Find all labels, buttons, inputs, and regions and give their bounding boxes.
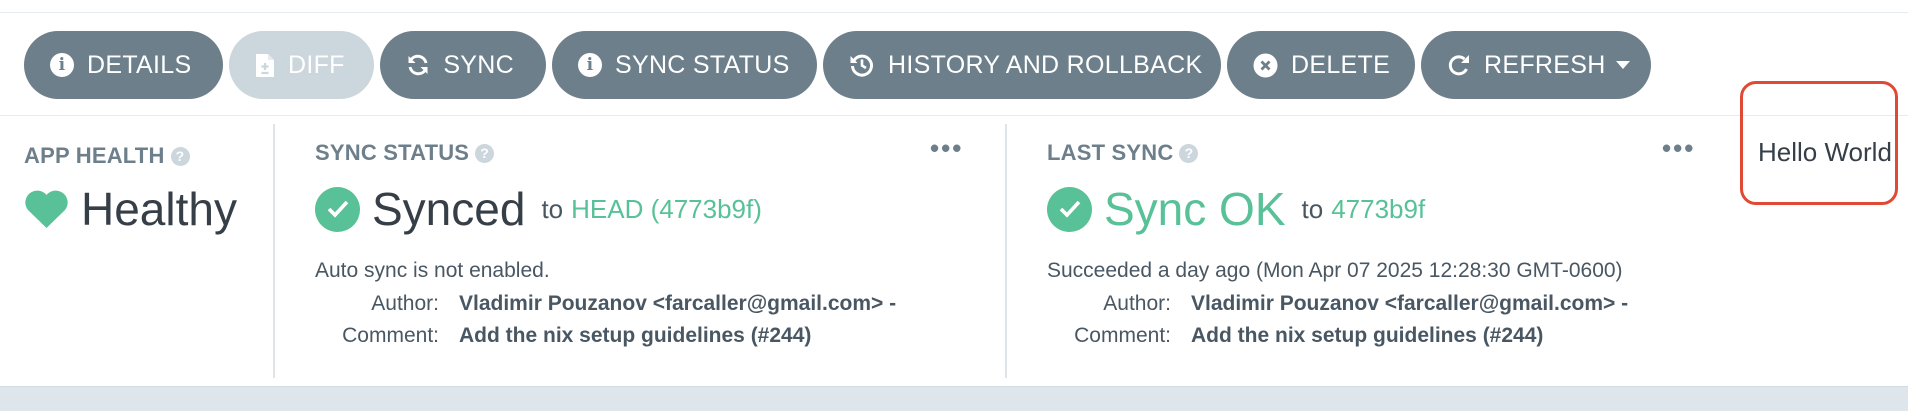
sync-status-status-text: Synced — [372, 183, 526, 235]
last-sync-status-text: Sync OK — [1104, 183, 1286, 235]
last-sync-label-text: LAST SYNC — [1047, 140, 1174, 165]
details-button-label: DETAILS — [87, 50, 192, 79]
delete-button[interactable]: DELETE — [1227, 31, 1415, 99]
sync-status-more-icon[interactable]: ••• — [930, 135, 963, 161]
details-button[interactable]: i DETAILS — [24, 31, 223, 99]
author-key: Author: — [371, 292, 439, 315]
chevron-down-icon[interactable] — [1615, 61, 1630, 69]
refresh-button[interactable]: REFRESH — [1421, 31, 1651, 99]
extension-text: Hello World — [1758, 137, 1892, 167]
info-circle-icon: i — [50, 52, 74, 78]
status-panel-extension: Hello World — [1740, 81, 1898, 205]
check-circle-icon — [315, 186, 360, 232]
author-value: Vladimir Pouzanov <farcaller@gmail.com> … — [459, 292, 897, 315]
app-status-panel: APP HEALTH ? Healthy SYNC STATUS ? ••• S… — [0, 116, 1908, 386]
diff-button[interactable]: DIFF — [229, 31, 374, 99]
page-bottom-band — [0, 386, 1908, 411]
last-sync-label: LAST SYNC ? — [1047, 140, 1199, 166]
sync-button-label: SYNC — [443, 50, 514, 79]
history-and-rollback-button[interactable]: HISTORY AND ROLLBACK — [823, 31, 1221, 99]
comment-value: Add the nix setup guidelines (#244) — [1191, 324, 1544, 347]
file-diff-icon — [255, 52, 275, 78]
history-and-rollback-button-label: HISTORY AND ROLLBACK — [888, 50, 1203, 79]
heart-icon — [24, 189, 69, 229]
last-sync-to-text: to — [1301, 193, 1324, 224]
sync-status-button-label: SYNC STATUS — [615, 50, 790, 79]
delete-button-label: DELETE — [1291, 50, 1391, 79]
redo-icon — [1447, 52, 1471, 78]
diff-button-label: DIFF — [288, 50, 345, 79]
comment-key: Comment: — [1074, 324, 1171, 347]
last-sync-revision-link[interactable]: 4773b9f — [1331, 194, 1425, 225]
sync-button[interactable]: SYNC — [380, 31, 546, 99]
app-toolbar: i DETAILS DIFF SYNC i SYNC STATUS HISTOR… — [24, 31, 1651, 99]
help-icon[interactable]: ? — [170, 146, 190, 166]
column-divider — [273, 124, 275, 378]
sync-status-to-text: to — [541, 193, 564, 224]
last-sync-succeeded-text: Succeeded a day ago (Mon Apr 07 2025 12:… — [1047, 259, 1623, 282]
app-health-label: APP HEALTH ? — [24, 143, 190, 169]
sync-status-label-text: SYNC STATUS — [315, 140, 470, 165]
app-health-status: Healthy — [24, 182, 237, 236]
refresh-button-label: REFRESH — [1484, 50, 1606, 79]
comment-key: Comment: — [342, 324, 439, 347]
author-key: Author: — [1103, 292, 1171, 315]
sync-status-revision-link[interactable]: HEAD (4773b9f) — [571, 194, 762, 225]
sync-status-status: Synced to HEAD (4773b9f) — [315, 182, 762, 236]
help-icon[interactable]: ? — [475, 143, 495, 163]
check-circle-icon — [1047, 186, 1092, 232]
help-icon[interactable]: ? — [1179, 143, 1199, 163]
info-circle-icon: i — [578, 52, 602, 78]
comment-value: Add the nix setup guidelines (#244) — [459, 324, 812, 347]
column-divider — [1005, 124, 1007, 378]
times-circle-icon — [1253, 52, 1278, 78]
last-sync-more-icon[interactable]: ••• — [1662, 135, 1695, 161]
sync-status-label: SYNC STATUS ? — [315, 140, 495, 166]
history-icon — [849, 52, 875, 78]
auto-sync-text: Auto sync is not enabled. — [315, 259, 550, 282]
author-value: Vladimir Pouzanov <farcaller@gmail.com> … — [1191, 292, 1629, 315]
last-sync-status: Sync OK to 4773b9f — [1047, 182, 1425, 236]
top-divider — [0, 12, 1908, 13]
sync-status-button[interactable]: i SYNC STATUS — [552, 31, 817, 99]
sync-icon — [406, 52, 430, 78]
app-health-status-text: Healthy — [81, 183, 237, 235]
app-health-label-text: APP HEALTH — [24, 143, 165, 168]
